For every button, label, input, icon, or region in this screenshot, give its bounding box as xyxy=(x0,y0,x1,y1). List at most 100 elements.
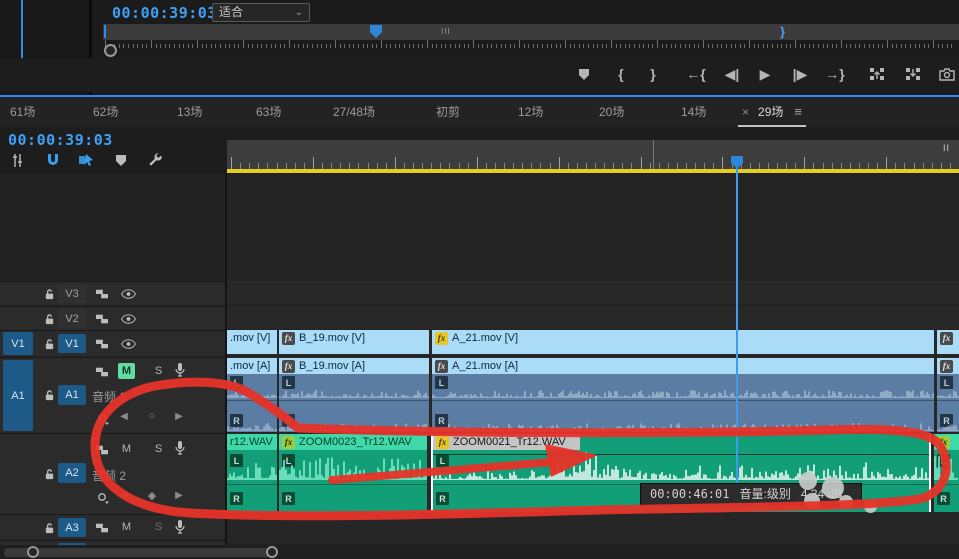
lock-icon[interactable] xyxy=(40,311,58,327)
ruler-tick xyxy=(234,44,235,48)
lock-icon[interactable] xyxy=(40,336,58,352)
panel-menu-icon[interactable]: ≡ xyxy=(794,104,802,119)
eye-icon[interactable] xyxy=(119,286,137,302)
target-track-a2[interactable]: A2 xyxy=(58,463,86,483)
tab-63场[interactable]: 63场 xyxy=(256,103,281,120)
ruler-tick xyxy=(841,40,842,48)
go-to-out-button[interactable]: →} xyxy=(822,64,848,84)
mark-out-button[interactable]: } xyxy=(640,64,666,84)
microphone-icon[interactable] xyxy=(171,519,189,535)
lock-icon[interactable] xyxy=(40,286,58,302)
tab-27/48场[interactable]: 27/48场 xyxy=(333,103,375,120)
ruler-tick xyxy=(850,44,851,48)
timeline-zoom-scrollbar[interactable] xyxy=(0,545,959,559)
show-keyframes-icon[interactable] xyxy=(94,490,112,506)
microphone-icon[interactable] xyxy=(171,362,189,378)
clip-A_21.mov [V][interactable]: fxA_21.mov [V] xyxy=(432,330,934,354)
add-marker-icon[interactable] xyxy=(111,151,131,169)
source-patch-v1[interactable]: V1 xyxy=(3,332,33,355)
source-mini-ruler[interactable]: III } xyxy=(103,24,959,40)
prev-keyframe-icon[interactable]: ◀ xyxy=(117,411,131,422)
go-to-in-button[interactable]: ←{ xyxy=(683,64,709,84)
clip-v1-partial[interactable]: fx xyxy=(937,330,959,354)
lock-icon[interactable] xyxy=(40,387,58,403)
add-keyframe-icon[interactable]: ◆ xyxy=(145,489,159,502)
ruler-tick xyxy=(169,44,170,48)
solo-button[interactable]: S xyxy=(150,519,167,535)
lock-icon[interactable] xyxy=(40,520,58,536)
step-forward-button[interactable]: |▶ xyxy=(787,64,813,84)
snap-magnet-icon[interactable] xyxy=(43,151,63,169)
timeline-ruler[interactable]: II xyxy=(227,140,959,169)
extract-button[interactable] xyxy=(900,64,926,84)
sync-lock-icon[interactable] xyxy=(93,520,111,536)
source-patch-a1[interactable]: A1 xyxy=(3,360,33,431)
scrollbar-handle-left[interactable] xyxy=(27,546,39,558)
mute-button[interactable]: M xyxy=(118,519,135,535)
show-keyframes-icon[interactable] xyxy=(94,411,112,427)
zoom-level-select[interactable]: 适合 ⌄ xyxy=(212,3,310,22)
out-point-bracket: } xyxy=(780,24,785,39)
next-keyframe-icon[interactable]: ▶ xyxy=(172,490,186,501)
volume-rubber-band[interactable] xyxy=(433,454,929,455)
clip-B_19.mov [V][interactable]: fxB_19.mov [V] xyxy=(279,330,429,354)
sync-lock-icon[interactable] xyxy=(93,336,111,352)
clip-a1-partial[interactable]: fxLR xyxy=(937,358,959,432)
right-channel-badge: R xyxy=(937,492,950,505)
clip-.mov [A][interactable]: .mov [A]LR xyxy=(227,358,277,432)
clip-A_21.mov [A][interactable]: fxA_21.mov [A]LR xyxy=(432,358,934,432)
add-keyframe-icon[interactable]: ○ xyxy=(145,410,159,422)
mute-button[interactable]: M xyxy=(118,363,135,379)
target-track-a1[interactable]: A1 xyxy=(58,385,86,405)
ruler-tick xyxy=(330,44,331,48)
tab-13场[interactable]: 13场 xyxy=(177,103,202,120)
track-name[interactable]: 音频 2 xyxy=(92,467,126,484)
timeline-playhead-line[interactable] xyxy=(736,156,738,512)
solo-button[interactable]: S xyxy=(150,363,167,379)
sync-lock-icon[interactable] xyxy=(93,364,111,380)
microphone-icon[interactable] xyxy=(171,440,189,456)
scrollbar-handle-right[interactable] xyxy=(266,546,278,558)
clip-title-bar: .mov [V] xyxy=(227,330,277,346)
linked-selection-icon[interactable] xyxy=(76,151,96,169)
sync-lock-icon[interactable] xyxy=(93,311,111,327)
timeline-settings-wrench-icon[interactable] xyxy=(145,151,165,169)
play-button[interactable]: ▶ xyxy=(752,64,778,84)
target-track-v2[interactable]: V2 xyxy=(58,309,86,328)
track-name[interactable]: 音频 1 xyxy=(92,388,126,405)
close-icon[interactable]: × xyxy=(742,105,749,119)
clip-.mov [V][interactable]: .mov [V] xyxy=(227,330,277,354)
target-track-a3[interactable]: A3 xyxy=(58,518,86,537)
tab-29场[interactable]: ×29场≡ xyxy=(742,103,802,120)
tab-61场[interactable]: 61场 xyxy=(10,103,35,120)
tab-12场[interactable]: 12场 xyxy=(518,103,543,120)
export-frame-button[interactable] xyxy=(934,64,959,84)
target-track-v3[interactable]: V3 xyxy=(58,284,86,303)
scrollbar-thumb[interactable] xyxy=(4,548,272,557)
tab-初剪[interactable]: 初剪 xyxy=(436,103,460,120)
clip-label: .mov [V] xyxy=(230,332,270,344)
prev-keyframe-icon[interactable]: ◀ xyxy=(117,490,131,501)
clip-a2-partial[interactable]: fxLR xyxy=(934,434,959,512)
step-back-button[interactable]: ◀| xyxy=(719,64,745,84)
mark-in-button[interactable]: { xyxy=(608,64,634,84)
add-marker-button[interactable] xyxy=(571,64,597,84)
tab-14场[interactable]: 14场 xyxy=(681,103,706,120)
eye-icon[interactable] xyxy=(119,336,137,352)
sync-lock-icon[interactable] xyxy=(93,286,111,302)
sync-lock-icon[interactable] xyxy=(93,442,111,458)
solo-button[interactable]: S xyxy=(150,441,167,457)
mute-button[interactable]: M xyxy=(118,441,135,457)
clip-ZOOM0023_Tr12.WAV[interactable]: fxZOOM0023_Tr12.WAVLR xyxy=(279,434,427,512)
scrollbar-handle[interactable] xyxy=(104,44,117,57)
sequence-settings-icon[interactable] xyxy=(10,151,30,169)
target-track-v1[interactable]: V1 xyxy=(58,334,86,353)
lift-button[interactable] xyxy=(864,64,890,84)
tab-20场[interactable]: 20场 xyxy=(599,103,624,120)
tab-62场[interactable]: 62场 xyxy=(93,103,118,120)
clip-B_19.mov [A][interactable]: fxB_19.mov [A]LR xyxy=(279,358,429,432)
clip-r12.WAV[interactable]: r12.WAVLR xyxy=(227,434,277,512)
lock-icon[interactable] xyxy=(40,466,58,482)
next-keyframe-icon[interactable]: ▶ xyxy=(172,411,186,422)
eye-icon[interactable] xyxy=(119,311,137,327)
